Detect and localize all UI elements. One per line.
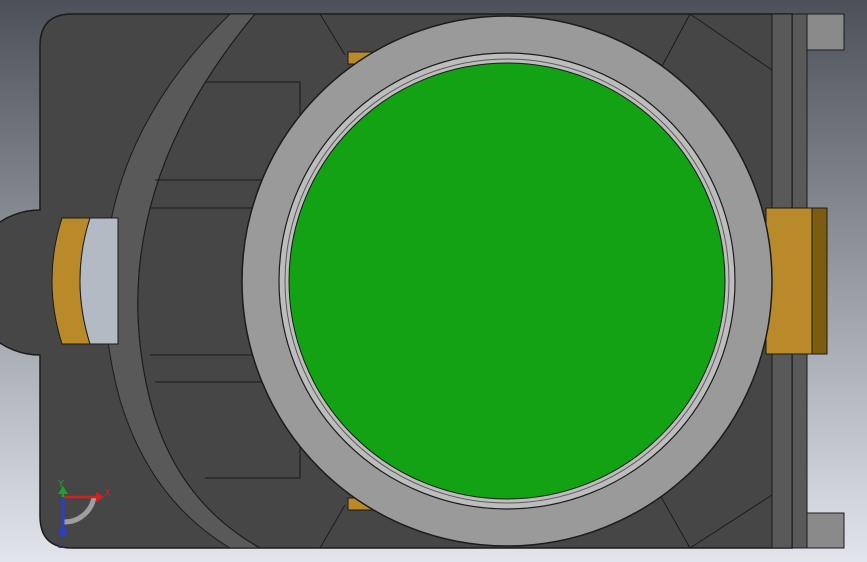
- terminal-front: [765, 207, 813, 355]
- triad-z-label: Z: [58, 540, 65, 551]
- triad-x-label: X: [104, 488, 111, 499]
- right-terminal: [765, 207, 828, 355]
- left-indicator-window: [51, 217, 119, 345]
- triad-y-label: Y: [57, 479, 65, 490]
- model-canvas[interactable]: X Y Z: [0, 0, 867, 562]
- green-push-button[interactable]: [288, 62, 726, 500]
- terminal-side: [811, 207, 828, 355]
- lens-glass: [79, 217, 119, 345]
- graphics-viewport[interactable]: X Y Z: [0, 0, 867, 562]
